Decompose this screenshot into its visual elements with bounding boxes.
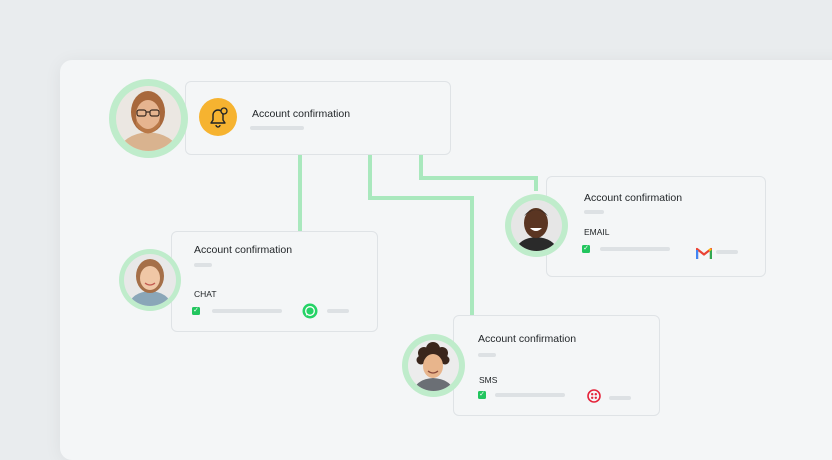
placeholder-bar bbox=[250, 126, 304, 130]
placeholder-bar bbox=[584, 210, 604, 214]
avatar-woman bbox=[124, 254, 176, 306]
placeholder-bar bbox=[327, 309, 349, 313]
placeholder-bar bbox=[194, 263, 212, 267]
sms-card-title: Account confirmation bbox=[478, 333, 577, 345]
checkbox-checked-icon[interactable]: ✓ bbox=[478, 391, 486, 399]
avatar-man-beard bbox=[116, 86, 181, 151]
sms-card[interactable]: Account confirmation SMS ✓ bbox=[453, 315, 660, 416]
channel-label-email: EMAIL bbox=[584, 227, 610, 237]
chat-card-title: Account confirmation bbox=[194, 244, 293, 256]
channel-label-chat: CHAT bbox=[194, 289, 217, 299]
avatar-man-smiling bbox=[511, 200, 562, 251]
avatar-curly-hair bbox=[408, 340, 459, 391]
placeholder-bar bbox=[212, 309, 282, 313]
email-card[interactable]: Account confirmation EMAIL ✓ bbox=[546, 176, 766, 277]
email-card-title: Account confirmation bbox=[584, 192, 683, 204]
gmail-icon bbox=[696, 247, 712, 259]
bell-icon bbox=[199, 98, 237, 136]
placeholder-bar bbox=[716, 250, 738, 254]
twilio-icon bbox=[587, 389, 601, 403]
placeholder-bar bbox=[478, 353, 496, 357]
chat-card[interactable]: Account confirmation CHAT ✓ bbox=[171, 231, 378, 332]
main-card-title: Account confirmation bbox=[252, 108, 351, 120]
checkbox-checked-icon[interactable]: ✓ bbox=[582, 245, 590, 253]
main-card[interactable]: Account confirmation bbox=[185, 81, 451, 155]
checkbox-checked-icon[interactable]: ✓ bbox=[192, 307, 200, 315]
whatsapp-icon bbox=[302, 303, 318, 319]
placeholder-bar bbox=[609, 396, 631, 400]
placeholder-bar bbox=[600, 247, 670, 251]
placeholder-bar bbox=[495, 393, 565, 397]
channel-label-sms: SMS bbox=[479, 375, 498, 385]
